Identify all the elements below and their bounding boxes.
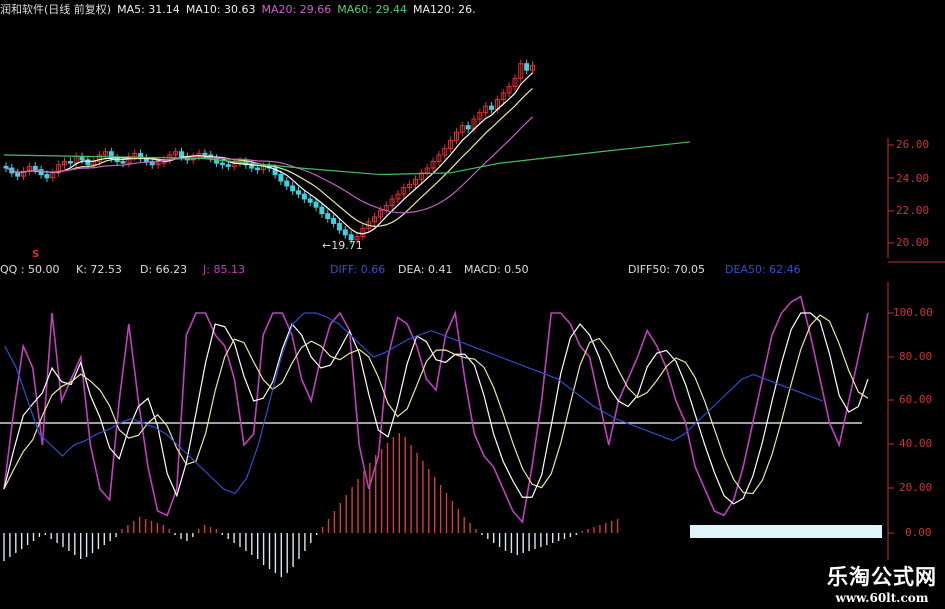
ma10-value: MA10: 30.63 (185, 3, 256, 16)
ma120-value: MA120: 26. (412, 3, 476, 16)
dea-value: DEA: 0.41 (398, 263, 453, 276)
ind-axis-label-20: 20.00 (899, 481, 933, 494)
candle-body-2 (15, 172, 21, 177)
watermark: 乐淘公式网 www.60lt.com (827, 561, 937, 605)
ma20-value: MA20: 29.66 (261, 3, 332, 16)
price-header: 润和软件(日线 前复权) MA5: 31.14 MA10: 30.63 MA20: 2… (0, 3, 535, 17)
price-axis-label-20: 20.00 (896, 236, 930, 249)
candle-body-83 (489, 105, 495, 110)
j-line (3, 295, 869, 524)
candle-body-50 (296, 190, 301, 195)
qq-value: QQ : 50.00 (0, 263, 60, 276)
d-line (3, 314, 869, 495)
candle-body-58 (342, 229, 348, 236)
candle-body-54 (319, 206, 325, 215)
watermark-url: www.60lt.com (835, 591, 929, 605)
candle-body-52 (307, 198, 313, 203)
candle-body-0 (3, 165, 9, 169)
macd-value: MACD: 0.50 (464, 263, 529, 276)
candle-body-79 (465, 125, 471, 130)
candle-body-30 (179, 151, 184, 158)
price-axis-label-22: 22.00 (896, 204, 930, 217)
candle-body-13 (79, 156, 85, 161)
dea50-value: DEA50: 62.46 (725, 263, 801, 276)
ind-axis-label-60: 60.00 (899, 393, 933, 406)
candle-body-37 (219, 162, 225, 166)
chart-canvas[interactable] (0, 0, 945, 609)
stock-chart-window: 润和软件(日线 前复权) MA5: 31.14 MA10: 30.63 MA20: 2… (0, 0, 945, 609)
candle-body-20 (120, 161, 126, 164)
low-price-marker: ←19.71 (322, 239, 363, 252)
candle-body-55 (325, 213, 331, 220)
signal-mark: S (32, 249, 40, 260)
candle-body-57 (336, 222, 342, 231)
candle-body-51 (301, 193, 307, 200)
candle-body-48 (284, 180, 290, 187)
price-axis-label-24: 24.00 (896, 172, 930, 185)
candle-body-5 (32, 165, 38, 171)
candle-body-47 (278, 174, 284, 182)
price-axis-label-26: 26.00 (896, 138, 930, 151)
watermark-title: 乐淘公式网 (827, 564, 937, 589)
candle-body-53 (313, 201, 319, 208)
ma10-line (5, 88, 533, 227)
ma5-value: MA5: 31.14 (117, 3, 180, 16)
ind-axis-label-40: 40.00 (899, 437, 933, 450)
j-value: J: 85.13 (203, 263, 245, 276)
diff50-value: DIFF50: 70.05 (628, 263, 706, 276)
k-line (3, 312, 869, 505)
ind-axis-label-80: 80.00 (899, 350, 933, 363)
candle-body-43 (255, 167, 261, 171)
d-value: D: 66.23 (140, 263, 188, 276)
candle-body-89 (524, 63, 530, 71)
stock-title: 润和软件(日线 前复权) (0, 3, 112, 16)
candle-body-11 (67, 161, 73, 164)
diff-value: DIFF: 0.66 (330, 263, 386, 276)
k-value: K: 72.53 (76, 263, 122, 276)
candle-body-7 (44, 174, 50, 179)
ma60-value: MA60: 29.44 (337, 3, 407, 16)
ind-axis-label-0: 0.00 (905, 526, 932, 539)
candle-body-56 (331, 218, 337, 224)
candle-body-34 (202, 152, 208, 156)
candle-body-36 (214, 157, 220, 164)
candle-body-49 (290, 185, 296, 192)
candle-body-38 (225, 164, 231, 167)
highlight-bar (690, 525, 882, 538)
ind-axis-label-100: 100.00 (893, 306, 933, 319)
ma5-line (5, 72, 533, 235)
